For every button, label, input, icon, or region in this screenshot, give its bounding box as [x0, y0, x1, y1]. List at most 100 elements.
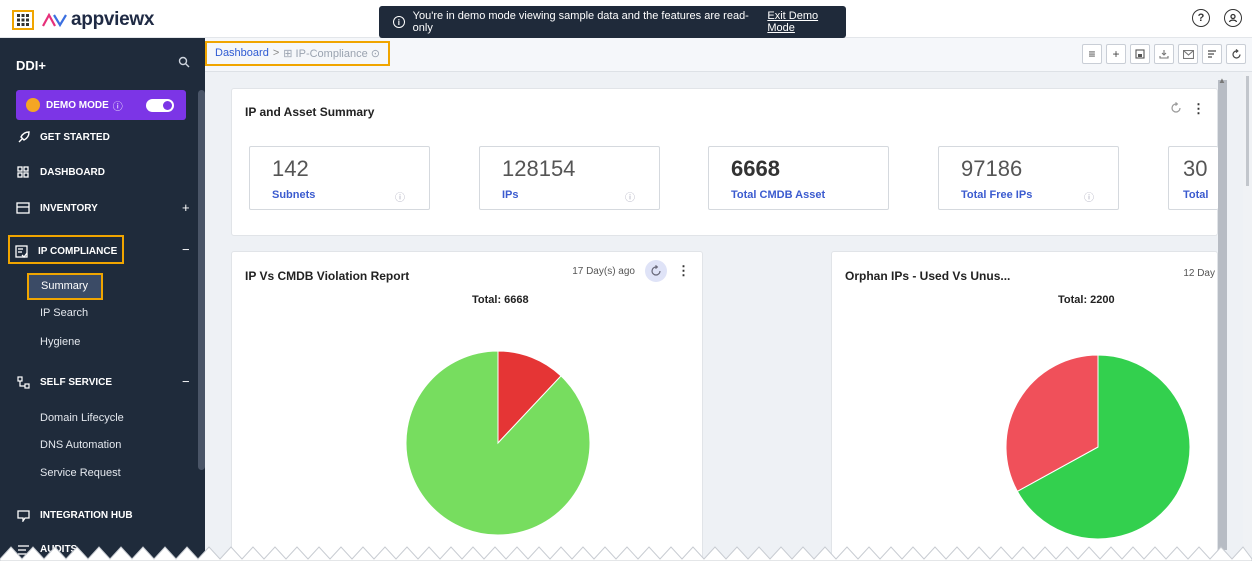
- chart-total-label: Total: 6668: [472, 294, 529, 306]
- download-icon[interactable]: [1154, 44, 1174, 64]
- pie-chart: [406, 351, 590, 535]
- kpi-value: 128154: [502, 156, 576, 181]
- kpi-total-free-ips[interactable]: 97186 Total Free IPs ⓘ: [938, 146, 1119, 210]
- refresh-icon[interactable]: [1226, 44, 1246, 64]
- demo-mode-switch[interactable]: [146, 99, 174, 112]
- breadcrumb-dashboard-link[interactable]: Dashboard: [215, 47, 269, 64]
- rocket-icon: [16, 130, 30, 144]
- orphan-ips-card: Orphan IPs - Used Vs Unus... 12 Day Tota…: [831, 251, 1218, 561]
- close-circle-icon[interactable]: ⊙: [368, 48, 380, 60]
- kpi-label: IPs: [502, 189, 519, 201]
- refresh-icon[interactable]: [645, 260, 667, 282]
- kpi-value: 6668: [731, 156, 780, 181]
- sidebar-subitem-hygiene[interactable]: Hygiene: [40, 336, 80, 348]
- info-icon: ⓘ: [112, 101, 123, 113]
- sidebar-subitem-service-request[interactable]: Service Request: [40, 467, 121, 479]
- pie-slice[interactable]: [406, 351, 590, 535]
- breadcrumb: Dashboard > ⊞ IP-Compliance ⊙: [205, 41, 390, 66]
- breadcrumb-bar: Dashboard > ⊞ IP-Compliance ⊙ ≡ +: [205, 38, 1252, 72]
- sidebar-item-label: INTEGRATION HUB: [40, 509, 133, 521]
- sidebar-item-dashboard[interactable]: DASHBOARD: [16, 165, 105, 179]
- dashboard-icon: [16, 165, 30, 179]
- breadcrumb-current-label: IP-Compliance: [295, 48, 368, 60]
- add-icon[interactable]: +: [1106, 44, 1126, 64]
- save-icon[interactable]: [1130, 44, 1150, 64]
- sidebar-item-label: IP COMPLIANCE: [38, 245, 118, 257]
- kpi-subnets[interactable]: 142 Subnets ⓘ: [249, 146, 430, 210]
- refresh-icon[interactable]: [1170, 101, 1182, 117]
- sidebar-item-self-service[interactable]: SELF SERVICE: [16, 375, 112, 389]
- top-bar: appviewx i You're in demo mode viewing s…: [0, 0, 1252, 38]
- sidebar-subitem-ip-search[interactable]: IP Search: [40, 307, 88, 319]
- sidebar: DDI+ DEMO MODE ⓘ GET STARTED DASHBOARD I…: [0, 38, 205, 561]
- torn-edge-decoration: [0, 546, 1252, 561]
- apps-grid-icon[interactable]: [12, 10, 34, 30]
- demo-mode-icon: [26, 98, 40, 112]
- banner-text: You're in demo mode viewing sample data …: [412, 10, 749, 34]
- user-icon[interactable]: [1224, 9, 1242, 27]
- info-icon[interactable]: ⓘ: [1084, 189, 1094, 204]
- sidebar-item-label: GET STARTED: [40, 131, 110, 143]
- integration-icon: [16, 508, 30, 522]
- expand-icon[interactable]: +: [182, 200, 190, 215]
- breadcrumb-current: ⊞ IP-Compliance ⊙: [283, 47, 380, 64]
- demo-mode-label: DEMO MODE: [46, 99, 109, 111]
- inventory-icon: [16, 201, 30, 215]
- exit-demo-link[interactable]: Exit Demo Mode: [767, 10, 846, 34]
- kpi-ips[interactable]: 128154 IPs ⓘ: [479, 146, 660, 210]
- content-scrollbar[interactable]: [1218, 80, 1227, 550]
- chart-title: Orphan IPs - Used Vs Unus...: [845, 269, 1011, 283]
- sidebar-item-label: SELF SERVICE: [40, 376, 113, 388]
- kpi-total-partial[interactable]: 30 Total: [1168, 146, 1218, 210]
- kpi-label: Total CMDB Asset: [731, 189, 826, 201]
- more-options-icon[interactable]: ⋮: [1192, 101, 1205, 117]
- sidebar-item-inventory[interactable]: INVENTORY: [16, 201, 98, 215]
- sidebar-subitem-summary[interactable]: Summary: [27, 273, 103, 300]
- self-service-icon: [16, 375, 30, 389]
- filter-icon[interactable]: [1202, 44, 1222, 64]
- info-icon[interactable]: ⓘ: [395, 189, 405, 204]
- sidebar-scrollbar[interactable]: [198, 90, 205, 470]
- sidebar-item-get-started[interactable]: GET STARTED: [16, 130, 110, 144]
- scroll-up-icon[interactable]: ▲: [1218, 76, 1226, 85]
- kpi-label: Total: [1183, 189, 1209, 201]
- violation-report-card: IP Vs CMDB Violation Report 17 Day(s) ag…: [231, 251, 703, 561]
- demo-mode-banner: i You're in demo mode viewing sample dat…: [379, 6, 846, 38]
- kpi-value: 142: [272, 156, 309, 181]
- kpi-value: 30: [1183, 156, 1208, 181]
- menu-icon[interactable]: ≡: [1082, 44, 1102, 64]
- breadcrumb-separator: >: [272, 47, 280, 59]
- timestamp: 12 Day: [1183, 268, 1215, 279]
- kpi-label: Total Free IPs: [961, 189, 1033, 201]
- grid-icon: ⊞: [283, 48, 296, 60]
- chart-total-label: Total: 2200: [1058, 294, 1115, 306]
- dashboard-toolbar: ≡ +: [1082, 44, 1246, 64]
- card-title: IP and Asset Summary: [245, 105, 375, 119]
- sidebar-title: DDI+: [16, 58, 46, 73]
- search-icon[interactable]: [178, 56, 190, 71]
- help-icon[interactable]: ?: [1192, 9, 1210, 27]
- info-icon: i: [393, 16, 405, 28]
- logo-text: appviewx: [71, 9, 155, 30]
- sidebar-subitem-dns-automation[interactable]: DNS Automation: [40, 439, 121, 451]
- demo-mode-toggle-row[interactable]: DEMO MODE ⓘ: [16, 90, 186, 120]
- sidebar-subitem-domain-lifecycle[interactable]: Domain Lifecycle: [40, 412, 124, 424]
- kpi-value: 97186: [961, 156, 1023, 181]
- app-logo[interactable]: appviewx: [42, 9, 154, 31]
- sidebar-item-integration-hub[interactable]: INTEGRATION HUB: [16, 508, 133, 522]
- more-options-icon[interactable]: ⋮: [677, 263, 690, 279]
- page-scrollbar-thumb[interactable]: [1246, 76, 1249, 186]
- sidebar-item-label: DASHBOARD: [40, 166, 105, 178]
- collapse-icon[interactable]: −: [182, 242, 190, 257]
- info-icon[interactable]: ⓘ: [625, 189, 635, 204]
- kpi-total-cmdb-asset[interactable]: 6668 Total CMDB Asset: [708, 146, 889, 210]
- sidebar-item-label: INVENTORY: [40, 202, 98, 214]
- compliance-icon: [14, 244, 28, 258]
- collapse-icon[interactable]: −: [182, 374, 190, 389]
- kpi-label: Subnets: [272, 189, 316, 201]
- timestamp: 17 Day(s) ago: [572, 265, 635, 277]
- sidebar-item-ip-compliance[interactable]: IP COMPLIANCE: [14, 244, 117, 258]
- ip-asset-summary-card: IP and Asset Summary ⋮ 142 Subnets ⓘ 128…: [231, 88, 1218, 236]
- logo-mark-icon: [42, 12, 67, 28]
- mail-icon[interactable]: [1178, 44, 1198, 64]
